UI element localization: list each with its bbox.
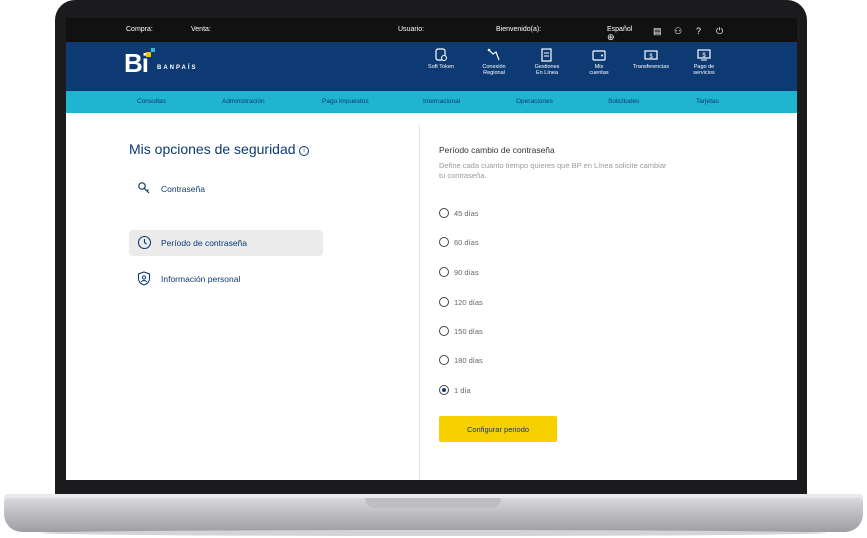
- main-navigation: Bi BANPAÍS Soft Token Conexión Regional …: [66, 42, 797, 91]
- welcome-label: Bienvenido(a):: [496, 26, 542, 33]
- radio-label: 150 días: [454, 327, 483, 336]
- accounts-icon: [592, 50, 606, 61]
- online-procedures-icon: [541, 48, 552, 62]
- subnav-operaciones[interactable]: Operaciones: [516, 98, 553, 105]
- secondary-navigation: Consultas Administración Pago impuestos …: [66, 91, 797, 113]
- radio-option-120[interactable]: 120 días: [439, 297, 483, 308]
- radio-label: 90 días: [454, 268, 479, 277]
- user-settings-icon[interactable]: ⚇: [674, 26, 682, 37]
- menu-item-label: Información personal: [161, 274, 241, 284]
- laptop-shadow: [40, 530, 827, 536]
- power-icon[interactable]: ⏻: [716, 26, 723, 37]
- subnav-administracion[interactable]: Administración: [222, 98, 265, 105]
- nav-my-accounts[interactable]: Mis cuentas: [576, 48, 622, 76]
- radio-label: 180 días: [454, 356, 483, 365]
- top-info-bar: Compra: Venta: Usuario: Bienvenido(a): ⊕…: [66, 18, 797, 42]
- logo-text: BANPAÍS: [157, 65, 198, 71]
- subnav-tarjetas[interactable]: Tarjetas: [696, 98, 719, 105]
- info-icon[interactable]: i: [299, 146, 309, 156]
- transfers-icon: $: [644, 50, 658, 60]
- radio-label: 45 días: [454, 209, 479, 218]
- nav-label: Soft Token: [428, 64, 454, 70]
- screen: Compra: Venta: Usuario: Bienvenido(a): ⊕…: [66, 18, 797, 480]
- key-icon: [138, 182, 150, 194]
- radio-label: 60 días: [454, 238, 479, 247]
- nav-label: En Línea: [535, 70, 559, 76]
- radio-button[interactable]: [439, 326, 449, 337]
- clock-icon: [137, 235, 152, 250]
- page-title: Mis opciones de seguridad: [129, 141, 296, 157]
- language-label: Español: [607, 26, 633, 33]
- radio-button[interactable]: [439, 355, 449, 366]
- menu-item-personal-info[interactable]: Información personal: [129, 266, 323, 292]
- main-content: Mis opciones de seguridad i Contraseña P…: [66, 113, 797, 480]
- subnav-pago-impuestos[interactable]: Pago impuestos: [322, 98, 369, 105]
- exchange-sell-label: Venta:: [191, 26, 211, 33]
- radio-button[interactable]: [439, 297, 449, 308]
- menu-item-password-period[interactable]: Período de contraseña: [129, 230, 323, 256]
- radio-button[interactable]: [439, 208, 449, 219]
- nav-label: cuentas: [589, 70, 609, 76]
- radio-option-90[interactable]: 90 días: [439, 267, 479, 278]
- subnav-internacional[interactable]: Internacional: [423, 98, 460, 105]
- nav-label: Regional: [483, 70, 505, 76]
- logo-mark: Bi: [124, 48, 149, 78]
- radio-option-45[interactable]: 45 días: [439, 208, 479, 219]
- nav-soft-token[interactable]: Soft Token: [418, 48, 464, 70]
- subnav-solicitudes[interactable]: Solicitudes: [608, 98, 639, 105]
- radio-button[interactable]: [439, 267, 449, 278]
- nav-regional-connection[interactable]: Conexión Regional: [471, 48, 517, 76]
- menu-item-password[interactable]: Contraseña: [129, 176, 323, 202]
- user-label: Usuario:: [398, 26, 425, 33]
- radio-option-180[interactable]: 180 días: [439, 355, 483, 366]
- nav-label: Transferencias: [632, 64, 670, 70]
- language-selector[interactable]: ⊕ Español: [607, 24, 633, 42]
- subnav-consultas[interactable]: Consultas: [137, 98, 166, 105]
- radio-label: 1 día: [454, 386, 471, 395]
- nav-online-procedures[interactable]: Gestiones En Línea: [524, 48, 570, 76]
- nav-service-payment[interactable]: $ Pago de servicios: [681, 48, 727, 76]
- nav-transfers[interactable]: $ Transferencias: [628, 48, 674, 70]
- soft-token-icon: [435, 48, 447, 61]
- messages-icon[interactable]: ▤: [653, 26, 662, 37]
- radio-button[interactable]: [439, 237, 449, 248]
- logo-dot-yellow: [146, 52, 151, 57]
- menu-item-label: Contraseña: [161, 184, 205, 194]
- section-description: Define cada cuanto tiempo quieres que BP…: [439, 161, 667, 180]
- nav-label: servicios: [693, 70, 715, 76]
- section-title: Período cambio de contraseña: [439, 145, 555, 155]
- menu-item-label: Período de contraseña: [161, 238, 248, 248]
- column-divider: [419, 125, 420, 480]
- radio-option-1[interactable]: 1 día: [439, 385, 471, 396]
- shield-user-icon: [137, 271, 151, 286]
- regional-connection-icon: [487, 48, 500, 61]
- radio-option-150[interactable]: 150 días: [439, 326, 483, 337]
- configure-period-button[interactable]: Configurar periodo: [439, 416, 557, 442]
- service-payment-icon: $: [697, 49, 711, 61]
- radio-button-selected[interactable]: [439, 385, 449, 396]
- laptop-notch: [365, 498, 501, 508]
- exchange-buy-label: Compra:: [126, 26, 153, 33]
- radio-option-60[interactable]: 60 días: [439, 237, 479, 248]
- logo-dot-blue: [151, 48, 155, 52]
- radio-label: 120 días: [454, 298, 483, 307]
- help-icon[interactable]: ?: [696, 26, 701, 36]
